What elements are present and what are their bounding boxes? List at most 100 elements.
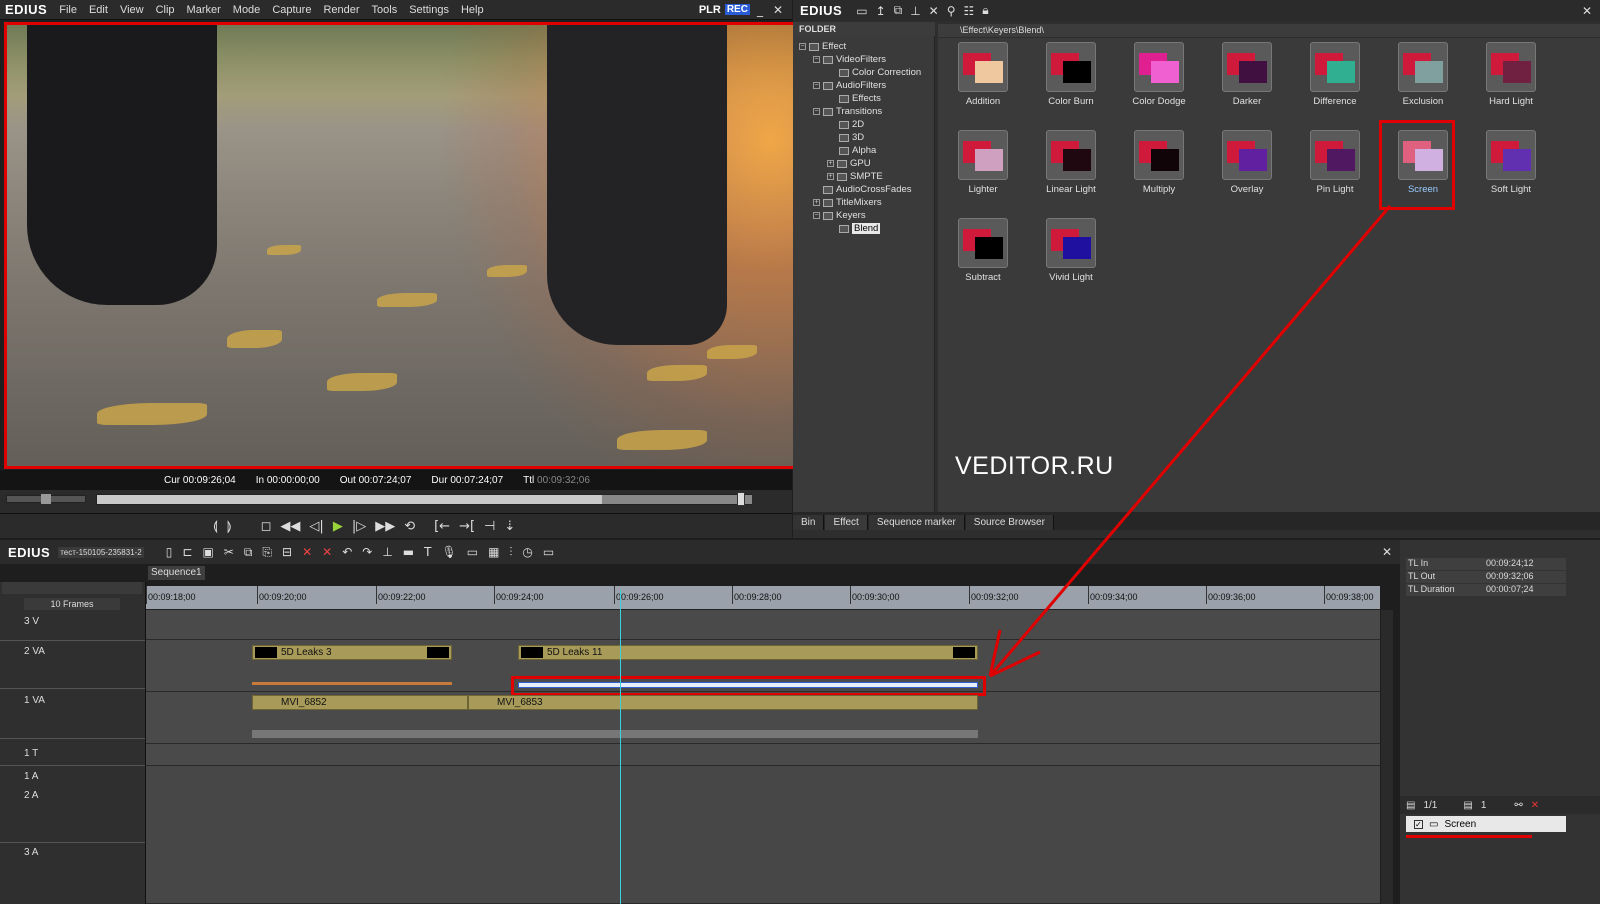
menu-capture[interactable]: Capture [266,4,317,16]
tree-2d[interactable]: 2D [839,118,864,131]
insert-icon[interactable]: [← [434,519,450,534]
panel-close-icon[interactable]: ✕ [1582,4,1600,18]
cut-icon[interactable]: ✂ [224,545,234,559]
delete-icon[interactable]: ✕ [929,4,939,18]
clip-mvi-6852[interactable]: MVI_6852 [252,695,468,710]
tree-gpu[interactable]: + GPU [827,157,871,170]
menu-settings[interactable]: Settings [403,4,455,16]
save-icon[interactable]: ▣ [202,545,213,559]
plr-label[interactable]: PLR [699,4,721,16]
menu-render[interactable]: Render [317,4,365,16]
timeline-ruler[interactable]: 00:09:18;00 00:09:20;00 00:09:22;00 00:0… [146,586,1380,610]
track-2a[interactable]: 2 A [24,790,38,801]
open-icon[interactable]: ⊏ [182,545,192,559]
effect-linear-light[interactable]: Linear Light [1026,126,1116,208]
menu-mode[interactable]: Mode [227,4,267,16]
position-handle[interactable] [737,492,745,506]
clock-icon[interactable]: ◷ [522,545,532,559]
lock-icon[interactable]: 🔒︎ [982,3,988,18]
tab-effect[interactable]: Effect [825,515,868,530]
link-icon[interactable]: ⚯ [1514,800,1522,811]
marker-icon[interactable]: ▬ [403,545,414,559]
grid-icon[interactable]: ▦ [488,545,499,559]
folder-icon[interactable]: ▭ [856,4,867,18]
shuttle-slider[interactable] [6,494,86,504]
export-icon[interactable]: ⇣ [504,519,515,534]
timeline-close-icon[interactable]: ✕ [1382,545,1400,559]
tree-smpte[interactable]: + SMPTE [827,170,883,183]
effect-addition[interactable]: Addition [938,38,1028,120]
render-icon[interactable]: ▭ [467,545,478,559]
layer-icon[interactable]: ▤ [1463,800,1472,811]
track-1t[interactable]: 1 T [24,748,38,759]
overwrite-icon[interactable]: →[ [459,519,475,534]
tree-audiofilters[interactable]: − AudioFilters [813,79,886,92]
page-icon[interactable]: ▤ [1406,800,1415,811]
effect-difference[interactable]: Difference [1290,38,1380,120]
effect-subtract[interactable]: Subtract [938,214,1028,296]
step-back-icon[interactable]: ◁| [309,519,323,534]
tree-effects[interactable]: Effects [839,92,881,105]
close-button[interactable]: ✕ [770,3,786,17]
position-slider[interactable] [96,492,752,506]
effect-layer-screen[interactable]: ✓ ▭ Screen [1406,816,1566,832]
ripple-delete-icon[interactable]: ✕ [322,545,332,559]
mixer-icon[interactable]: ⫶ [509,545,512,560]
mixer-track-1[interactable] [252,682,452,685]
tab-sequence-marker[interactable]: Sequence marker [868,515,965,530]
search-icon[interactable]: ⚲ [947,4,956,18]
tab-source-browser[interactable]: Source Browser [965,515,1054,530]
rewind-icon[interactable]: ◀◀ [280,519,300,534]
enable-checkbox[interactable]: ✓ [1414,819,1423,829]
effect-lighter[interactable]: Lighter [938,126,1028,208]
new-icon[interactable]: ▯ [166,545,173,559]
track-2va[interactable]: 2 VA [24,646,45,657]
tree-keyers[interactable]: − Keyers [813,209,866,222]
tree-3d[interactable]: 3D [839,131,864,144]
undo-icon[interactable]: ↶ [342,545,352,559]
clip-mvi-6853[interactable]: MVI_6853 [468,695,978,710]
tools-icon[interactable]: ⊥ [910,4,920,18]
rec-label[interactable]: REC [724,4,750,15]
track-1va[interactable]: 1 VA [24,695,45,706]
tree-titlemixers[interactable]: + TitleMixers [813,196,882,209]
tree-alpha[interactable]: Alpha [839,144,876,157]
menu-file[interactable]: File [53,4,83,16]
loop-icon[interactable]: ⟲ [404,519,415,534]
effect-exclusion[interactable]: Exclusion [1378,38,1468,120]
snap-icon[interactable]: ⊥ [382,545,392,559]
mic-icon[interactable]: 🎙︎ [441,545,456,559]
tree-blend[interactable]: Blend [839,222,881,235]
effect-pin-light[interactable]: Pin Light [1290,126,1380,208]
play-icon[interactable]: ▶ [333,519,343,534]
timeline-tracks[interactable]: 5D Leaks 3 5D Leaks 11 MVI_6852 MVI_6853 [146,610,1380,904]
shuttle-handle[interactable] [41,494,51,504]
view-icon[interactable]: ☷ [964,4,975,18]
layout-icon[interactable]: ▭ [543,545,554,559]
timeline-scrollbar[interactable] [1381,610,1393,904]
minimize-button[interactable]: _ [754,3,766,17]
clip-5d-leaks-3[interactable]: 5D Leaks 3 [252,645,452,660]
tree-videofilters[interactable]: − VideoFilters [813,53,886,66]
copy-icon[interactable]: ⧉ [244,545,253,560]
menu-help[interactable]: Help [455,4,490,16]
track-3a[interactable]: 3 A [24,847,38,858]
remove-effect-icon[interactable]: ✕ [1531,800,1539,811]
tree-effect[interactable]: − Effect [799,40,846,53]
set-in-icon[interactable]: ⟬ [213,519,218,534]
title-icon[interactable]: T [424,545,431,559]
menu-clip[interactable]: Clip [150,4,181,16]
tab-bin[interactable]: Bin [793,515,825,530]
menu-tools[interactable]: Tools [366,4,404,16]
zoom-slider[interactable] [2,582,142,594]
fast-forward-icon[interactable]: ▶▶ [375,519,395,534]
effect-hard-light[interactable]: Hard Light [1466,38,1556,120]
effect-color-dodge[interactable]: Color Dodge [1114,38,1204,120]
delete-icon[interactable]: ✕ [302,545,312,559]
step-forward-icon[interactable]: |▷ [352,519,366,534]
copy-icon[interactable]: ⧉ [894,3,903,18]
redo-icon[interactable]: ↷ [362,545,372,559]
menu-view[interactable]: View [114,4,150,16]
effect-color-burn[interactable]: Color Burn [1026,38,1116,120]
effect-multiply[interactable]: Multiply [1114,126,1204,208]
